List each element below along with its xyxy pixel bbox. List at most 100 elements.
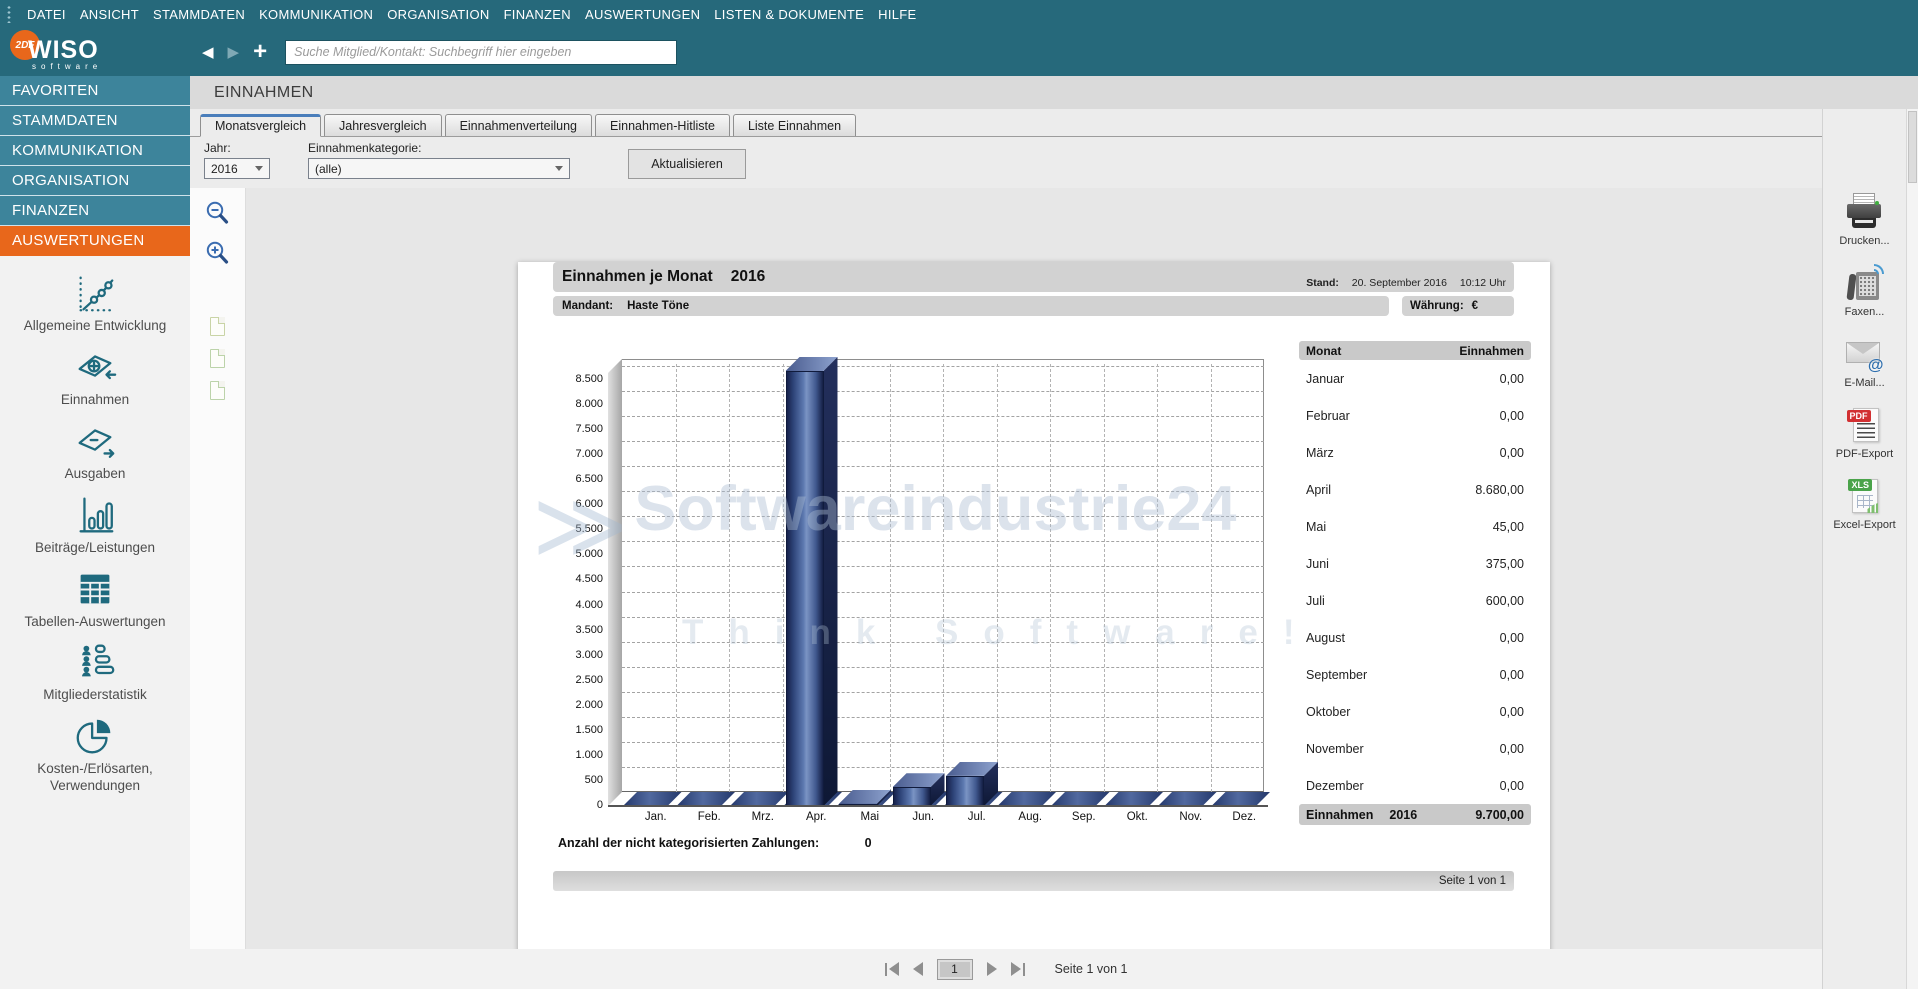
y-axis-label: 6.000	[575, 498, 603, 511]
report-title: Einnahmen je Monat	[562, 268, 713, 285]
tab-jahresvergleich[interactable]: Jahresvergleich	[324, 114, 442, 136]
sidebar-item-kommunikation[interactable]: KOMMUNIKATION	[0, 136, 190, 166]
table-row-september: September 0,00	[1299, 656, 1531, 693]
report-canvas: Einnahmen je Monat 2016 Stand: 20. Septe…	[246, 188, 1822, 949]
sidebar-tool-allgemeine-entwicklung[interactable]: Allgemeine Entwicklung	[0, 270, 190, 335]
x-axis-label: Dez.	[1232, 811, 1257, 823]
menu-item-kommunikation[interactable]: KOMMUNIKATION	[252, 7, 380, 22]
gridline-v	[1210, 364, 1212, 792]
sidebar-tool-kosten-erl-sarten-verwendungen[interactable]: Kosten-/Erlösarten, Verwendungen	[0, 713, 190, 795]
value-cell: 0,00	[1499, 778, 1524, 793]
pagination-label: Seite 1 von 1	[1054, 962, 1128, 976]
add-button[interactable]: +	[253, 40, 267, 64]
search-input[interactable]	[285, 39, 678, 65]
gridline-v	[675, 364, 677, 792]
scrollbar-thumb[interactable]	[1908, 111, 1917, 183]
sidebar-tool-tabellen-auswertungen[interactable]: Tabellen-Auswertungen	[0, 566, 190, 631]
report-title-year: 2016	[730, 268, 766, 285]
vertical-scrollbar[interactable]	[1906, 109, 1918, 989]
menu-item-stammdaten[interactable]: STAMMDATEN	[146, 7, 252, 22]
menu-item-listen-dokumente[interactable]: LISTEN & DOKUMENTE	[707, 7, 871, 22]
y-axis-label: 2.000	[575, 698, 603, 711]
bar-jul	[946, 775, 984, 806]
tab-liste-einnahmen[interactable]: Liste Einnahmen	[732, 114, 857, 136]
value-cell: 375,00	[1485, 556, 1524, 571]
sidebar-item-stammdaten[interactable]: STAMMDATEN	[0, 106, 190, 136]
sidebar-tool-label: Beiträge/Leistungen	[34, 539, 156, 555]
current-page-box[interactable]: 1	[936, 958, 973, 980]
export-faxen[interactable]: Faxen...	[1844, 264, 1885, 318]
menu-item-finanzen[interactable]: FINANZEN	[497, 7, 578, 22]
export-excel-export[interactable]: XLS Excel-Export	[1833, 477, 1896, 531]
sidebar-item-auswertungen[interactable]: AUSWERTUNGEN	[0, 226, 190, 256]
menu-item-auswertungen[interactable]: AUSWERTUNGEN	[578, 7, 707, 22]
note-label: Anzahl der nicht kategorisierten Zahlung…	[558, 836, 820, 850]
excel-export-icon: XLS	[1845, 477, 1883, 517]
grip-handle-icon[interactable]	[6, 5, 12, 23]
stand-label: Stand:	[1306, 277, 1339, 289]
export-drucken[interactable]: Drucken...	[1839, 193, 1890, 247]
back-button[interactable]: ◀	[202, 43, 214, 61]
export-label: Excel-Export	[1833, 519, 1896, 531]
monthly-income-chart: 0 500 1.000 1.500 2.000 2.500 3.000 3.500 4.000 4…	[562, 359, 1278, 828]
value-cell: 0,00	[1499, 704, 1524, 719]
first-page-button[interactable]	[884, 962, 899, 976]
sidebar-tool-mitgliederstatistik[interactable]: Mitgliederstatistik	[0, 639, 190, 704]
last-page-button[interactable]	[1010, 962, 1025, 976]
stand-date: 20. September 2016	[1351, 277, 1447, 289]
tab-einnahmenverteilung[interactable]: Einnahmenverteilung	[444, 114, 593, 136]
zoom-in-icon[interactable]	[204, 240, 231, 267]
page-thumbnail-icon[interactable]	[210, 381, 225, 400]
col-einnahmen: Einnahmen	[1459, 343, 1524, 358]
month-cell: Januar	[1306, 371, 1345, 386]
table-row-februar: Februar 0,00	[1299, 397, 1531, 434]
sidebar-item-finanzen[interactable]: FINANZEN	[0, 196, 190, 226]
sidebar-tool-einnahmen[interactable]: Einnahmen	[0, 344, 190, 409]
menu-item-organisation[interactable]: ORGANISATION	[380, 7, 496, 22]
export-pdf-export[interactable]: PDF PDF-Export	[1836, 406, 1893, 460]
y-axis-label: 1.000	[575, 748, 603, 761]
table-row-juli: Juli 600,00	[1299, 582, 1531, 619]
forward-button[interactable]: ▶	[228, 43, 240, 61]
menu-item-hilfe[interactable]: HILFE	[871, 7, 923, 22]
export-label: Drucken...	[1839, 235, 1890, 247]
tab-monatsvergleich[interactable]: Monatsvergleich	[200, 114, 322, 137]
next-page-button[interactable]	[986, 962, 997, 976]
zoom-out-icon[interactable]	[204, 200, 231, 227]
y-axis-label: 8.500	[575, 373, 603, 385]
refresh-button[interactable]: Aktualisieren	[628, 149, 746, 179]
report-page-footer: Seite 1 von 1	[553, 871, 1514, 891]
y-axis-label: 7.500	[575, 423, 603, 436]
year-select[interactable]: 2016	[204, 158, 270, 179]
export-label: Faxen...	[1844, 306, 1885, 318]
table-row-november: November 0,00	[1299, 730, 1531, 767]
pie-chart-icon	[72, 713, 118, 759]
note-value: 0	[864, 836, 872, 850]
sidebar-tool-ausgaben[interactable]: Ausgaben	[0, 418, 190, 483]
sidebar-item-organisation[interactable]: ORGANISATION	[0, 166, 190, 196]
app-window: DATEI ANSICHT STAMMDATEN KOMMUNIKATION ORGAN…	[0, 0, 1918, 989]
table-row-dezember: Dezember 0,00	[1299, 767, 1531, 804]
page-thumbnail-icon[interactable]	[210, 317, 225, 336]
menu-item-ansicht[interactable]: ANSICHT	[73, 7, 146, 22]
tab-einnahmen-hitliste[interactable]: Einnahmen-Hitliste	[595, 114, 730, 136]
sidebar-item-favoriten[interactable]: FAVORITEN	[0, 76, 190, 106]
y-axis-label: 2.500	[575, 673, 603, 686]
menu-item-datei[interactable]: DATEI	[20, 7, 73, 22]
fax-icon	[1845, 264, 1884, 304]
month-cell: Februar	[1306, 408, 1350, 423]
sidebar-tool-beitr-ge-leistungen[interactable]: Beiträge/Leistungen	[0, 492, 190, 557]
month-cell: Dezember	[1306, 778, 1364, 793]
value-cell: 0,00	[1499, 445, 1524, 460]
table-row-august: August 0,00	[1299, 619, 1531, 656]
y-axis-label: 500	[584, 773, 603, 786]
category-select[interactable]: (alle)	[308, 158, 570, 179]
export-e-mail[interactable]: @ E-Mail...	[1844, 335, 1885, 389]
month-cell: November	[1306, 741, 1364, 756]
logo-brand-text: WISO	[28, 36, 99, 64]
previous-page-button[interactable]	[912, 962, 923, 976]
bar-apr	[785, 370, 824, 806]
page-thumbnail-icon[interactable]	[210, 349, 225, 368]
mandant-label: Mandant:	[562, 300, 614, 312]
table-row-oktober: Oktober 0,00	[1299, 693, 1531, 730]
